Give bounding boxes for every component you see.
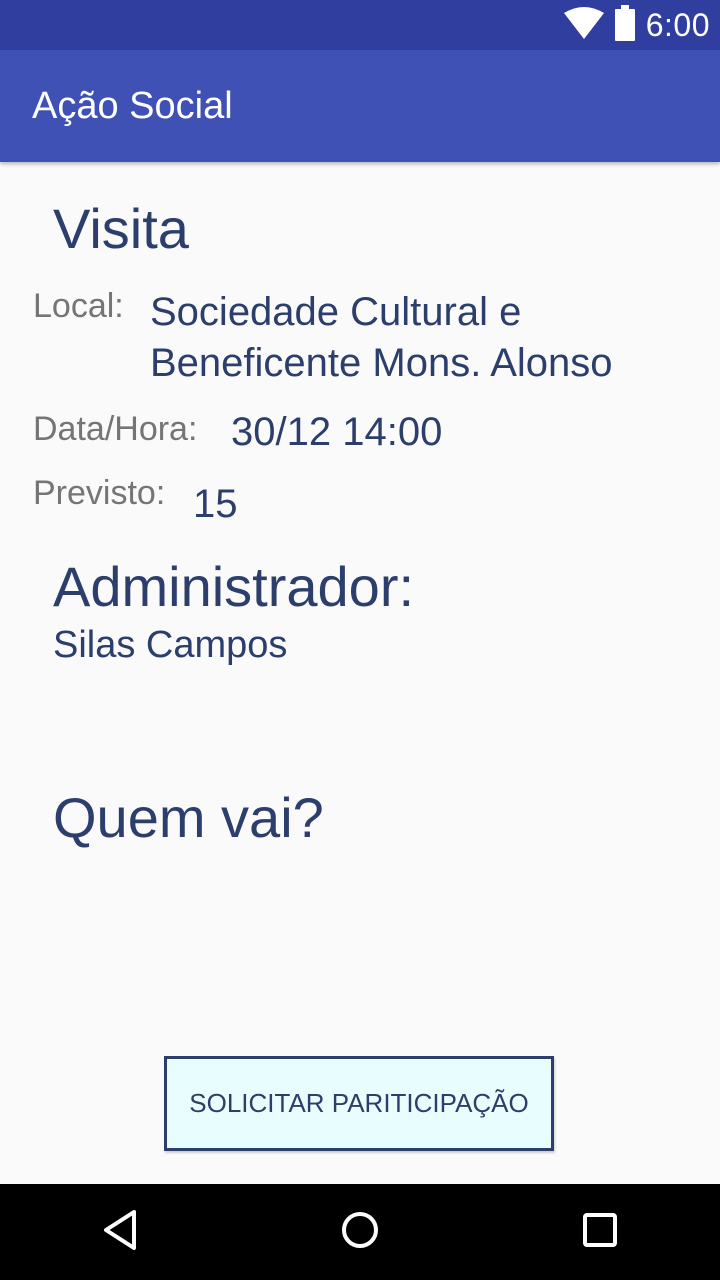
request-participation-button[interactable]: SOLICITAR PARITICIPAÇÃO <box>164 1056 554 1151</box>
back-icon <box>100 1208 140 1256</box>
app-title: Ação Social <box>32 85 233 127</box>
home-button[interactable] <box>300 1184 420 1280</box>
admin-name: Silas Campos <box>53 624 288 666</box>
event-title: Visita <box>53 197 189 260</box>
wifi-icon <box>563 7 604 43</box>
previsto-value: 15 <box>193 482 238 526</box>
event-detail-content: Visita Local: Sociedade Cultural e Benef… <box>0 162 720 1184</box>
datahora-label: Data/Hora: <box>33 410 198 448</box>
app-bar: Ação Social <box>0 50 720 162</box>
navigation-bar <box>0 1184 720 1280</box>
back-button[interactable] <box>60 1184 180 1280</box>
recents-button[interactable] <box>540 1184 660 1280</box>
status-icons: 6:00 <box>563 0 710 50</box>
recents-icon <box>582 1212 618 1252</box>
local-label: Local: <box>33 287 124 325</box>
datahora-value: 30/12 14:00 <box>231 410 443 454</box>
admin-heading: Administrador: <box>53 555 415 618</box>
local-value: Sociedade Cultural e Beneficente Mons. A… <box>150 290 613 385</box>
battery-icon <box>614 5 636 45</box>
status-time: 6:00 <box>645 6 710 43</box>
home-icon <box>340 1210 380 1254</box>
previsto-label: Previsto: <box>33 474 166 512</box>
status-bar: 6:00 <box>0 0 720 50</box>
participants-heading: Quem vai? <box>53 786 324 849</box>
